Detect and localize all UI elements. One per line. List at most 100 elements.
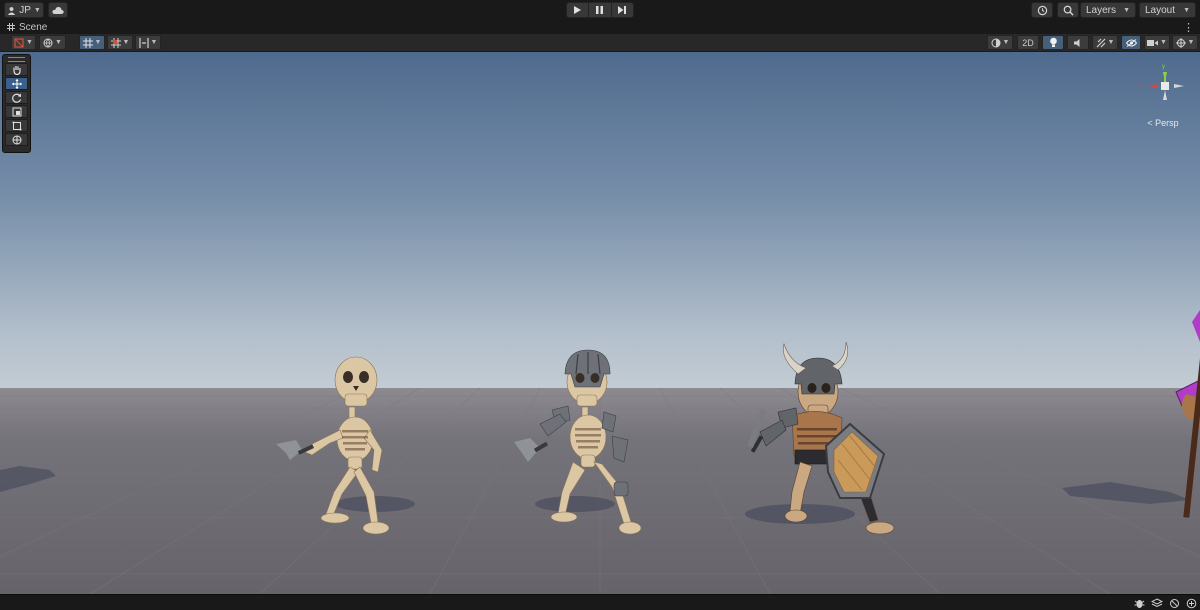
rotate-tool-button[interactable] (5, 91, 28, 104)
move-tool-button[interactable] (5, 77, 28, 90)
hand-icon (12, 65, 21, 75)
chevron-down-icon: ▼ (55, 39, 62, 46)
layout-dropdown[interactable]: Layout ▼ (1139, 2, 1196, 18)
chevron-down-icon: ▼ (1160, 39, 1167, 46)
rect-tool-button[interactable] (5, 119, 28, 132)
debug-button[interactable] (1132, 597, 1146, 609)
sync-icon (1186, 598, 1196, 608)
globe-icon (43, 38, 53, 48)
step-button[interactable] (611, 3, 633, 17)
visibility-icon (1125, 38, 1137, 47)
refresh-icon (1169, 598, 1179, 608)
chevron-down-icon: ▼ (33, 6, 41, 14)
hand-tool-button[interactable] (5, 63, 28, 76)
chevron-down-icon: ▼ (150, 39, 158, 46)
effects-dropdown[interactable]: ▼ (1092, 35, 1118, 50)
auto-generate-button[interactable] (1167, 597, 1181, 609)
chevron-down-icon: ▼ (1107, 39, 1115, 46)
tool-palette (2, 54, 31, 153)
scene-view-toolbar: ▼ ▼ ▼ ▼ ▼ ▼ 2D ▼ ▼ ▼ (0, 34, 1200, 52)
status-bar (0, 594, 1200, 610)
chevron-down-icon: ▼ (1187, 39, 1195, 46)
camera-dropdown[interactable]: ▼ (1144, 35, 1170, 50)
account-label: JP (19, 4, 31, 16)
grid-snapping-dropdown[interactable]: ▼ (79, 35, 105, 50)
effects-icon (1096, 38, 1105, 47)
camera-icon (1147, 39, 1159, 46)
scene-viewport[interactable]: y x < Persp (0, 52, 1200, 594)
scale-icon (12, 107, 21, 116)
tab-bar: Scene ⋮ (0, 20, 1200, 34)
align-icon (138, 37, 149, 48)
account-dropdown[interactable]: JP ▼ (4, 2, 44, 18)
cloud-button[interactable] (48, 2, 68, 18)
skybox (0, 52, 1200, 388)
center-cube[interactable] (1161, 82, 1169, 90)
scene-tab-label: Scene (19, 21, 48, 33)
search-icon (1063, 5, 1074, 16)
user-icon (8, 6, 16, 15)
rect-transform-icon (12, 121, 21, 130)
chevron-down-icon: ▼ (1002, 39, 1010, 46)
bug-icon (1134, 599, 1144, 608)
chevron-down-icon: ▼ (1183, 6, 1190, 14)
projection-label: Persp (1155, 118, 1179, 128)
x-axis-cone[interactable] (1148, 84, 1158, 88)
move-icon (11, 78, 22, 89)
projection-toggle[interactable]: < Persp (1140, 118, 1186, 128)
gizmos-dropdown[interactable]: ▼ (1172, 35, 1198, 50)
palette-grip[interactable] (8, 57, 25, 62)
chevron-down-icon: ▼ (1123, 6, 1130, 14)
neg-y-axis-cone[interactable] (1163, 90, 1167, 100)
audio-toggle[interactable] (1067, 35, 1089, 50)
align-dropdown[interactable]: ▼ (135, 35, 161, 50)
lightbulb-icon (1049, 37, 1057, 47)
gizmo-axes (1148, 72, 1184, 100)
x-axis-label: x (1138, 84, 1141, 90)
play-icon (574, 6, 582, 14)
playback-controls (566, 2, 634, 18)
history-icon (1037, 5, 1047, 15)
layers-dropdown[interactable]: Layers ▼ (1080, 2, 1136, 18)
transform-tool-button[interactable] (5, 133, 28, 146)
incremental-snap-dropdown[interactable]: ▼ (107, 35, 133, 50)
chevron-down-icon: ▼ (94, 39, 102, 46)
grid-snap-icon (82, 37, 93, 48)
scale-tool-button[interactable] (5, 105, 28, 118)
global-local-dropdown[interactable]: ▼ (39, 35, 66, 50)
undo-history-button[interactable] (1031, 2, 1053, 18)
pause-button[interactable] (589, 3, 612, 17)
pause-icon (596, 6, 604, 14)
scene-render (0, 52, 1200, 594)
main-toolbar: JP ▼ Layers ▼ Layout ▼ (0, 0, 1200, 20)
layers-stack-icon (1151, 597, 1163, 607)
snap-icon (110, 37, 121, 48)
grid-icon (7, 23, 15, 31)
chevron-down-icon: ▼ (26, 39, 33, 46)
chevron-down-icon: ▼ (122, 39, 130, 46)
audio-icon (1074, 38, 1080, 47)
chevron-left-icon: < (1147, 118, 1153, 128)
cloud-icon (52, 6, 64, 14)
hidden-objects-toggle[interactable] (1121, 35, 1141, 50)
layout-label: Layout (1145, 4, 1176, 16)
step-icon (618, 6, 627, 14)
gizmos-icon (1175, 37, 1186, 48)
bake-lighting-button[interactable] (1150, 597, 1164, 609)
transform-icon (12, 135, 21, 144)
collab-button[interactable] (1184, 597, 1198, 609)
2d-toggle[interactable]: 2D (1017, 35, 1039, 50)
more-options-icon[interactable]: ⋮ (1183, 21, 1194, 34)
shading-mode-dropdown[interactable]: ▼ (987, 35, 1013, 50)
rotate-icon (11, 93, 21, 103)
draw-mode-icon (14, 37, 24, 48)
draw-mode-dropdown[interactable]: ▼ (11, 35, 36, 50)
play-button[interactable] (567, 3, 590, 17)
neg-x-axis-cone[interactable] (1174, 84, 1184, 88)
search-button[interactable] (1057, 2, 1079, 18)
y-axis-label: y (1162, 64, 1165, 70)
layers-label: Layers (1086, 4, 1117, 16)
tab-scene[interactable]: Scene (2, 20, 62, 34)
shading-mode-icon (991, 38, 1001, 47)
lighting-toggle[interactable] (1042, 35, 1064, 50)
